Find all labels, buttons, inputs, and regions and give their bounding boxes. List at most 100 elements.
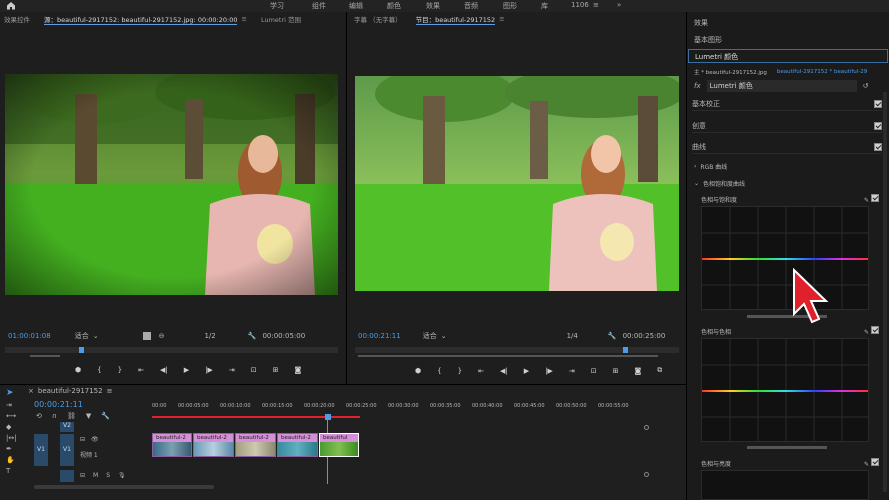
section-basic-correction[interactable]: 基本校正 [692,97,882,111]
program-video[interactable] [355,76,679,291]
curve-hue-hue-checkbox[interactable] [871,326,879,334]
section-curves-checkbox[interactable] [874,142,882,151]
fx-reset-icon[interactable]: ↺ [863,82,869,90]
time-ruler[interactable]: 00:00 00:00:05:00 00:00:10:00 00:00:15:0… [152,403,640,415]
tab-captions[interactable]: 字幕 （无字幕） [354,14,402,24]
tab-lumetri-scopes[interactable]: Lumetri 范围 [261,14,301,24]
razor-tool-icon[interactable]: ◆ [6,423,20,431]
track-v1-source-patch[interactable]: V1 [34,434,48,466]
curve-hue-sat-graph[interactable] [701,206,869,310]
source-insert-icon[interactable] [142,332,151,340]
workspace-color[interactable]: 颜色 [387,1,401,11]
fx-select[interactable]: Lumetri 颜色 [706,80,857,92]
linked-select-icon[interactable]: ⛓ [67,412,76,420]
panel-lumetri-title[interactable]: Lumetri 颜色 [688,49,888,63]
tab-source[interactable]: 源：beautiful-2917152: beautiful-2917152.j… [44,14,238,25]
type-tool-icon[interactable]: T [6,467,20,475]
source-step-forward-icon[interactable]: |▶ [205,366,213,374]
timeline-clip[interactable]: beautiful-2 [193,433,234,457]
track-solo-button[interactable]: S [106,472,110,479]
curve-hue-hue-graph[interactable] [701,338,869,442]
section-creative[interactable]: 创意 [692,119,882,133]
workspace-effects[interactable]: 效果 [426,1,440,11]
program-marker-icon[interactable]: ⬢ [415,367,421,375]
source-goto-in-icon[interactable]: ⇤ [138,366,144,374]
lumetri-scrollbar[interactable] [883,92,887,492]
track-v2-label[interactable]: V2 [60,422,74,432]
timeline-clip[interactable]: beautiful-2 [277,433,318,457]
program-mark-in-icon[interactable]: { [437,367,441,375]
curve-hue-sat-checkbox[interactable] [871,194,879,202]
hs-curves-row[interactable]: ⌄ 色相饱和度曲线 [694,179,745,188]
tab-program[interactable]: 节目：beautiful-2917152 [415,14,496,25]
source-overwrite-icon[interactable]: ⊞ [273,366,279,374]
source-playhead[interactable] [79,347,84,353]
source-safe-icon[interactable]: ⊖ [159,332,165,340]
track-eye-icon[interactable]: 👁 [91,436,99,443]
source-fit-chevron-icon[interactable]: ⌄ [93,332,99,340]
program-goto-in-icon[interactable]: ⇤ [478,367,484,375]
program-compare-icon[interactable]: ⧉ [657,366,662,375]
timeline-settings-icon[interactable]: 🔧 [101,412,110,420]
timeline-vscroll-top[interactable] [644,425,649,430]
program-camera-icon[interactable]: ◙ [634,367,641,375]
program-play-icon[interactable]: ▶ [524,367,529,375]
source-marker-icon[interactable]: ⬢ [75,366,81,374]
track-select-tool-icon[interactable]: ⇥ [6,401,20,409]
program-playhead[interactable] [623,347,628,353]
selection-tool-icon[interactable]: ➤ [6,388,20,398]
master-clip-tab[interactable]: 主 * beautiful-2917152.jpg [694,68,767,76]
panel-basic-graphics-title[interactable]: 基本图形 [694,35,722,45]
hand-tool-icon[interactable]: ✋ [6,456,20,464]
rgb-curves-row[interactable]: › RGB 曲线 [694,162,727,171]
workspace-libraries[interactable]: 库 [541,1,548,11]
timeline-playhead-handle[interactable] [325,414,331,420]
eyedropper-icon[interactable]: ✎ [864,197,869,204]
program-goto-out-icon[interactable]: ⇥ [569,367,575,375]
source-timecode[interactable]: 01:00:01:08 [8,332,51,340]
curve-hue-luma-checkbox[interactable] [871,458,879,466]
section-creative-checkbox[interactable] [874,121,882,130]
program-step-forward-icon[interactable]: |▶ [545,367,553,375]
tab-program-menu-icon[interactable]: ≡ [499,15,504,23]
slip-tool-icon[interactable]: |↔| [6,434,20,442]
program-scrubber[interactable] [355,347,679,353]
track-sync-lock-icon[interactable]: ⊟ [80,436,85,443]
panel-effects-title[interactable]: 效果 [694,18,708,28]
source-video[interactable] [5,74,338,295]
track-v1-label[interactable]: V1 [60,434,74,466]
workspace-edit[interactable]: 编辑 [349,1,363,11]
timeline-vscroll-bottom[interactable] [644,472,649,477]
source-camera-icon[interactable]: ◙ [294,366,301,374]
source-zoom-bar[interactable] [30,355,60,357]
sequence-clip-tab[interactable]: beautiful-2917152 * beautiful-29 [777,69,867,75]
timeline-clip[interactable]: beautiful-2 [152,433,192,457]
section-basic-correction-checkbox[interactable] [874,99,882,108]
timeline-clip-selected[interactable]: beautiful [319,433,359,457]
program-timecode[interactable]: 00:00:21:11 [358,332,401,340]
source-resolution[interactable]: 1/2 [204,332,215,340]
timeline-close-icon[interactable]: × [28,387,34,395]
track-mute-button[interactable]: M [93,472,98,479]
program-fit-chevron-icon[interactable]: ⌄ [441,332,447,340]
workspace-audio[interactable]: 音频 [464,1,478,11]
nest-icon[interactable]: ⟲ [36,412,42,420]
timeline-clip[interactable]: beautiful-2 [235,433,276,457]
ripple-tool-icon[interactable]: ⟷ [6,412,20,420]
source-play-icon[interactable]: ▶ [184,366,189,374]
program-step-back-icon[interactable]: ◀| [500,367,508,375]
program-mark-out-icon[interactable]: } [458,367,462,375]
eyedropper-icon[interactable]: ✎ [864,329,869,336]
section-curves[interactable]: 曲线 [692,140,882,154]
curve-hue-hue-scrollbar[interactable] [747,446,827,449]
timeline-tab[interactable]: × beautiful-2917152 ≡ [28,387,112,395]
tab-source-menu-icon[interactable]: ≡ [241,15,246,23]
workspace-learn[interactable]: 学习 [270,1,284,11]
hs-curves-chevron-icon[interactable]: ⌄ [694,180,699,187]
program-zoom-bar[interactable] [358,355,658,357]
snap-icon[interactable]: ∩ [52,412,57,420]
add-marker-icon[interactable]: ▼ [86,412,91,420]
source-mark-out-icon[interactable]: } [118,366,122,374]
track-a1-label[interactable] [60,470,74,482]
source-goto-out-icon[interactable]: ⇥ [229,366,235,374]
